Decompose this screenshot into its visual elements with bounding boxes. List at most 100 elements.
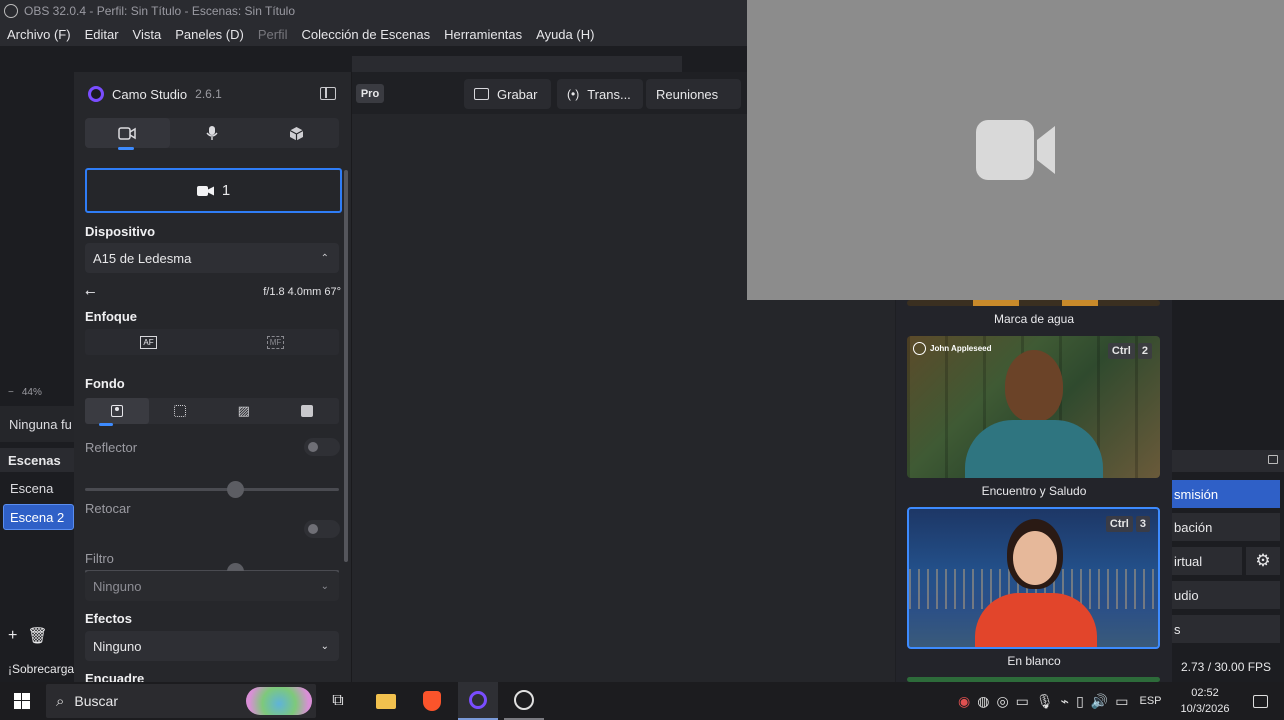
folder-icon [376, 693, 396, 709]
lens-info: f/1.8 4.0mm 67° [263, 286, 341, 298]
notifications-button[interactable] [1240, 682, 1280, 720]
delete-scene-icon[interactable]: 🗑 [27, 626, 47, 646]
record-icon [474, 88, 489, 100]
scene-card-meet-greet[interactable]: John Appleseed Ctrl 2 [907, 336, 1160, 478]
scene-card-label: En blanco [1007, 654, 1061, 668]
start-recording-button[interactable]: bación [1172, 513, 1280, 541]
start-recording-label: bación [1174, 519, 1213, 535]
background-none-button[interactable] [85, 398, 149, 426]
reflector-slider[interactable] [85, 481, 339, 498]
background-replace-button[interactable] [276, 398, 340, 424]
brave-lion-icon [423, 691, 441, 711]
background-hide-button[interactable]: ▨ [212, 398, 276, 424]
start-streaming-button[interactable]: smisión [1172, 480, 1280, 508]
tray-usb-icon[interactable]: ⌁ [1061, 693, 1069, 710]
add-scene-icon[interactable]: + [8, 627, 17, 645]
framing-label: Encuadre [85, 673, 145, 682]
menu-perfil[interactable]: Perfil [258, 27, 288, 42]
person-image-icon [301, 405, 314, 417]
tray-device-icon[interactable]: ▭ [1016, 693, 1029, 710]
task-view-button[interactable]: ⧉ [318, 682, 358, 720]
settings-button[interactable]: s [1172, 615, 1280, 643]
obs-title-bar: OBS 32.0.4 - Perfil: Sin Título - Escena… [0, 0, 747, 22]
tray-battery-icon[interactable]: ▯ [1076, 693, 1084, 710]
menu-paneles[interactable]: Paneles (D) [175, 27, 244, 42]
obs-zoom-row: − 44% [0, 382, 74, 402]
camo-scenes-panel: Marca de agua John Appleseed Ctrl 2 Encu… [896, 300, 1172, 682]
sidebar-toggle-icon[interactable] [320, 87, 336, 100]
portrait-icon [110, 405, 123, 417]
tray-volume-icon[interactable]: 🔊 [1091, 693, 1108, 710]
tab-overlays[interactable] [254, 118, 339, 148]
zoom-minus-icon[interactable]: − [8, 387, 14, 398]
brave-browser-button[interactable] [412, 682, 452, 720]
auto-focus-button[interactable]: AF [85, 329, 212, 355]
scene-card-label: Encuentro y Saludo [981, 484, 1087, 498]
meetings-button[interactable]: Reuniones [646, 79, 741, 109]
controls-header [1172, 450, 1284, 472]
tab-audio[interactable] [170, 118, 255, 148]
manual-focus-button[interactable]: MF [212, 329, 339, 355]
menu-ayuda[interactable]: Ayuda (H) [536, 27, 594, 42]
video-icon [118, 126, 137, 140]
record-button[interactable]: Grabar [464, 79, 551, 109]
cube-icon [289, 126, 304, 140]
shortcut-badge: Ctrl 3 [1105, 516, 1150, 532]
virtual-camera-button[interactable]: irtual [1172, 547, 1242, 575]
stream-button[interactable]: (•) Trans... [557, 79, 643, 109]
menu-coleccion-escenas[interactable]: Colección de Escenas [301, 27, 430, 42]
menu-editar[interactable]: Editar [85, 27, 119, 42]
effects-dropdown[interactable]: Ninguno ⌄ [85, 631, 339, 661]
scene-card-watermark[interactable] [907, 300, 1160, 306]
scene-list-item[interactable]: Escena [0, 476, 74, 500]
person-shirt [965, 420, 1103, 478]
reflector-toggle[interactable] [304, 438, 340, 456]
taskbar-search-box[interactable]: ⌕ Buscar [46, 684, 316, 718]
menu-herramientas[interactable]: Herramientas [444, 27, 522, 42]
device-dropdown[interactable]: A15 de Ledesma ⌃ [85, 243, 339, 273]
blur-icon [174, 405, 187, 417]
scene-list-item-selected[interactable]: Escena 2 [3, 504, 74, 530]
camera-selector-button[interactable]: 1 [85, 168, 342, 213]
device-section-title: Dispositivo [85, 224, 156, 239]
menu-archivo[interactable]: Archivo (F) [7, 27, 71, 42]
tray-camo-icon[interactable]: ◎ [996, 693, 1008, 710]
tray-app-icon[interactable]: ◉ [958, 693, 970, 710]
reflector-slider-knob[interactable] [227, 481, 245, 498]
menu-vista[interactable]: Vista [133, 27, 162, 42]
obs-logo-icon [4, 4, 18, 18]
device-value: A15 de Ledesma [93, 250, 192, 266]
no-source-label: Ninguna fu [9, 416, 72, 432]
obs-controls-dock: smisión bación irtual ⚙ udio s 2.73 / 30… [1172, 300, 1284, 682]
tray-network-icon[interactable]: ▭ [1115, 693, 1128, 710]
chevron-up-icon: ⌃ [320, 252, 329, 264]
tray-obs-icon[interactable]: ◍ [977, 693, 989, 710]
focus-section-title: Enfoque [85, 309, 137, 324]
search-highlight-image [246, 687, 312, 715]
broadcast-icon: (•) [567, 87, 580, 101]
background-blur-button[interactable] [149, 398, 213, 424]
studio-mode-label: udio [1174, 587, 1199, 603]
clock[interactable]: 02:52 10/3/2026 [1176, 685, 1234, 717]
sidebar-scrollbar[interactable] [344, 170, 348, 562]
pro-badge[interactable]: Pro [356, 84, 384, 103]
start-streaming-label: smisión [1174, 486, 1219, 502]
chevron-down-icon: ⌄ [320, 580, 329, 592]
obs-button[interactable] [504, 682, 544, 720]
tab-video[interactable] [85, 118, 170, 150]
tray-language[interactable]: ESP [1140, 695, 1162, 707]
filter-dropdown[interactable]: Ninguno ⌄ [85, 571, 339, 601]
virtual-camera-settings-button[interactable]: ⚙ [1246, 547, 1280, 575]
tray-microphone-icon[interactable]: 🎙 [1036, 693, 1054, 710]
system-tray: ◉ ◍ ◎ ▭ 🎙 ⌁ ▯ 🔊 ▭ ESP [958, 682, 1162, 720]
scene-card-label: Marca de agua [993, 312, 1075, 326]
scene-card-blank[interactable]: Ctrl 3 [907, 507, 1160, 649]
obs-menu-bar: Archivo (F) Editar Vista Paneles (D) Per… [0, 22, 747, 46]
camo-studio-button[interactable] [458, 682, 498, 720]
file-explorer-button[interactable] [366, 682, 406, 720]
undock-icon[interactable] [1268, 455, 1278, 464]
retouch-label: Retocar [85, 501, 131, 516]
start-button[interactable] [0, 682, 44, 720]
studio-mode-button[interactable]: udio [1172, 581, 1280, 609]
retouch-toggle[interactable] [304, 520, 340, 538]
